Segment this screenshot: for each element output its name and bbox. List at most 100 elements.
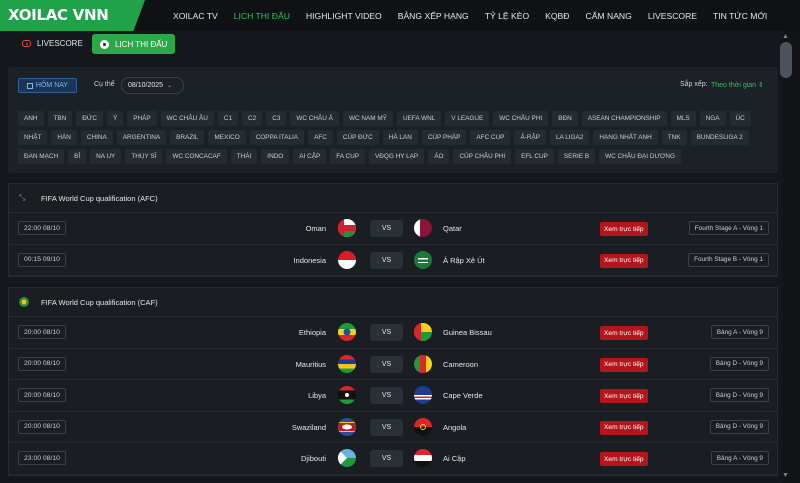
schedule-button[interactable]: LỊCH THI ĐẤU bbox=[92, 34, 175, 54]
date-select[interactable]: 08/10/2025 ⌄ bbox=[121, 77, 184, 94]
league-tag[interactable]: HÀ LAN bbox=[382, 130, 418, 145]
league-tag[interactable]: ĐAN MẠCH bbox=[18, 149, 65, 164]
league-tag[interactable]: CÚP CHÂU PHI bbox=[453, 149, 512, 164]
scroll-down-icon[interactable]: ▼ bbox=[782, 472, 789, 479]
vs-button[interactable]: VS bbox=[370, 324, 403, 341]
league-tag[interactable]: WC NAM MỸ bbox=[342, 111, 393, 126]
league-tag[interactable]: NHẬT bbox=[18, 130, 48, 145]
match-row[interactable]: 20:00 08/10 Libya VS Cape Verde Xem trực tiế… bbox=[9, 380, 777, 412]
watch-live-button[interactable]: Xem trực tiếp bbox=[600, 326, 648, 340]
league-tag[interactable]: AFC bbox=[308, 130, 333, 145]
watch-live-button[interactable]: Xem trực tiếp bbox=[600, 389, 648, 403]
league-tag[interactable]: FA CUP bbox=[330, 149, 365, 164]
league-tag[interactable]: BUNDESLIGA 2 bbox=[690, 130, 749, 145]
livescore-link[interactable]: LIVESCORE bbox=[22, 39, 83, 48]
match-time: 00:15 09/10 bbox=[18, 252, 66, 267]
league-tag[interactable]: NA UY bbox=[90, 149, 122, 164]
league-tag[interactable]: UEFA WNL bbox=[396, 111, 442, 126]
league-tag[interactable]: ASEAN CHAMPIONSHIP bbox=[581, 111, 667, 126]
league-tag[interactable]: MEXICO bbox=[208, 130, 246, 145]
vs-button[interactable]: VS bbox=[370, 450, 403, 467]
site-logo[interactable]: XOILAC VNN bbox=[0, 0, 145, 31]
scrollbar-track[interactable] bbox=[783, 31, 800, 483]
league-tag[interactable]: CHINA bbox=[80, 130, 113, 145]
nav-item[interactable]: LIVESCORE bbox=[640, 11, 705, 21]
nav-item[interactable]: TỶ LỆ KÈO bbox=[477, 11, 537, 21]
vs-button[interactable]: VS bbox=[370, 220, 403, 237]
league-tag[interactable]: CÚP PHÁP bbox=[421, 130, 467, 145]
vs-button[interactable]: VS bbox=[370, 251, 403, 269]
league-tag[interactable]: WC CHÂU ĐẠI DƯƠNG bbox=[599, 149, 681, 164]
nav-item[interactable]: KQBĐ bbox=[537, 11, 577, 21]
home-team: Mauritius bbox=[295, 359, 326, 369]
vs-button[interactable]: VS bbox=[370, 355, 403, 373]
league-tag[interactable]: PHÁP bbox=[127, 111, 157, 126]
league-header[interactable]: ⤡ FIFA World Cup qualification (AFC) bbox=[9, 184, 777, 213]
league-tag[interactable]: BRAZIL bbox=[170, 130, 205, 145]
today-button[interactable]: HÔM NAY bbox=[18, 78, 77, 93]
watch-live-button[interactable]: Xem trực tiếp bbox=[600, 452, 648, 466]
match-row[interactable]: 22:00 08/10 Oman VS Qatar Xem trực tiếp Fourt… bbox=[9, 213, 777, 245]
nav-item[interactable]: TIN TỨC MỚI bbox=[705, 11, 775, 21]
nav-item[interactable]: LỊCH THI ĐẤU bbox=[226, 11, 298, 21]
league-tag[interactable]: ÁO bbox=[428, 149, 450, 164]
league-tag[interactable]: MLS bbox=[670, 111, 696, 126]
league-tag[interactable]: INDO bbox=[261, 149, 290, 164]
league-tag[interactable]: NGA bbox=[699, 111, 726, 126]
league-tag[interactable]: Ý bbox=[107, 111, 124, 126]
league-tag[interactable]: WC CHÂU Á bbox=[290, 111, 339, 126]
match-row[interactable]: 20:00 08/10 Mauritius VS Cameroon Xem trực t… bbox=[9, 349, 777, 380]
scrollbar-thumb[interactable] bbox=[780, 42, 792, 78]
league-tag[interactable]: VĐQG HY LẠP bbox=[368, 149, 425, 164]
scroll-up-icon[interactable]: ▲ bbox=[782, 33, 789, 40]
league-tag[interactable]: THỤY SĨ bbox=[125, 149, 163, 164]
league-tag[interactable]: SERIE B bbox=[557, 149, 596, 164]
league-tag[interactable]: C3 bbox=[266, 111, 287, 126]
league-tag[interactable]: ARGENTINA bbox=[116, 130, 167, 145]
match-row[interactable]: 20:00 08/10 Swaziland VS Angola Xem trực tiế… bbox=[9, 412, 777, 443]
league-header[interactable]: FIFA World Cup qualification (CAF) bbox=[9, 288, 777, 317]
league-tag[interactable]: BỈ bbox=[68, 149, 87, 164]
league-tag[interactable]: THÁI bbox=[230, 149, 258, 164]
league-tag[interactable]: Ả-RẬP bbox=[514, 130, 546, 145]
match-time: 20:00 08/10 bbox=[18, 419, 66, 434]
league-tag[interactable]: ĐỨC bbox=[76, 111, 103, 126]
nav-item[interactable]: XOILAC TV bbox=[165, 11, 226, 21]
league-tag[interactable]: WC CHÂU ÂU bbox=[160, 111, 214, 126]
sort-select[interactable]: Theo thời gian ⇕ bbox=[711, 81, 764, 89]
watch-live-button[interactable]: Xem trực tiếp bbox=[600, 357, 648, 372]
league-tag[interactable]: C2 bbox=[242, 111, 263, 126]
league-tag[interactable]: LA LIGA2 bbox=[549, 130, 590, 145]
league-tag[interactable]: ÚC bbox=[729, 111, 751, 126]
schedule-label: LỊCH THI ĐẤU bbox=[115, 39, 168, 49]
nav-item[interactable]: BẢNG XẾP HẠNG bbox=[390, 11, 477, 21]
nav-item[interactable]: CẨM NANG bbox=[578, 11, 640, 21]
league-tag[interactable]: WC CHÂU PHI bbox=[493, 111, 549, 126]
league-tag[interactable]: C1 bbox=[217, 111, 239, 126]
league-tag[interactable]: TNK bbox=[661, 130, 687, 145]
league-tag[interactable]: HÀN bbox=[51, 130, 77, 145]
watch-live-button[interactable]: Xem trực tiếp bbox=[600, 420, 648, 435]
league-tag[interactable]: CÚP ĐỨC bbox=[336, 130, 379, 145]
league-tag[interactable]: V LEAGUE bbox=[445, 111, 490, 126]
match-row[interactable]: 00:15 09/10 Indonesia VS Ả Rập Xê Út Xem trự… bbox=[9, 245, 777, 276]
league-tag[interactable]: HẠNG NHẤT ANH bbox=[593, 130, 658, 145]
vs-button[interactable]: VS bbox=[370, 387, 403, 404]
league-tag[interactable]: WC CONCACAF bbox=[166, 149, 227, 164]
nav-item[interactable]: HIGHLIGHT VIDEO bbox=[298, 11, 390, 21]
chevron-down-icon: ⌄ bbox=[167, 83, 173, 89]
watch-live-button[interactable]: Xem trực tiếp bbox=[600, 253, 648, 268]
league-tag[interactable]: AFC CUP bbox=[470, 130, 511, 145]
league-tag[interactable]: BĐN bbox=[552, 111, 578, 126]
vs-button[interactable]: VS bbox=[370, 418, 403, 436]
league-tag[interactable]: COPPA ITALIA bbox=[249, 130, 305, 145]
filter-panel: HÔM NAY Cụ thể 08/10/2025 ⌄ Sắp xếp: The… bbox=[8, 67, 778, 173]
watch-live-button[interactable]: Xem trực tiếp bbox=[600, 222, 648, 236]
league-tag[interactable]: ANH bbox=[18, 111, 44, 126]
match-row[interactable]: 23:00 08/10 Djibouti VS Ai Cập Xem trực tiếp… bbox=[9, 443, 777, 475]
league-tag[interactable]: TBN bbox=[47, 111, 73, 126]
league-tag[interactable]: AI CẬP bbox=[293, 149, 327, 164]
home-team: Ethiopia bbox=[298, 328, 326, 337]
league-tag[interactable]: EFL CUP bbox=[515, 149, 554, 164]
match-row[interactable]: 20:00 08/10 Ethiopia VS Guinea Bissau Xem tr… bbox=[9, 317, 777, 349]
